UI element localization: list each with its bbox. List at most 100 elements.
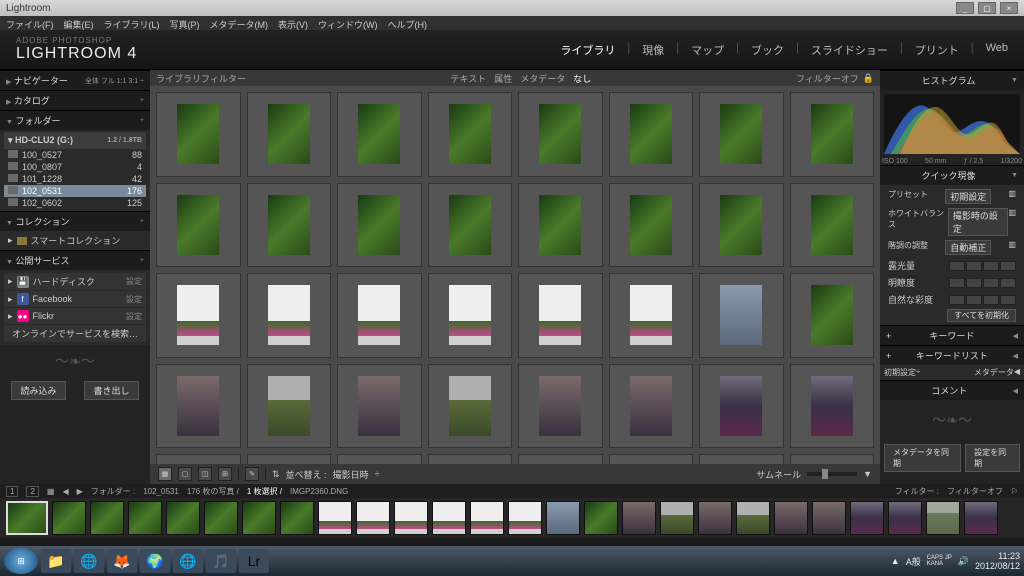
publish-service[interactable]: ▸ ●●Flickr設定 bbox=[4, 308, 146, 324]
module-スライドショー[interactable]: スライドショー bbox=[811, 42, 888, 58]
catalog-header[interactable]: ▶ カタログ + bbox=[0, 90, 150, 110]
auto-tone-button[interactable]: 自動補正 bbox=[945, 240, 991, 255]
grid-cell[interactable] bbox=[247, 183, 332, 268]
find-services-link[interactable]: オンラインでサービスを検索… bbox=[4, 325, 146, 342]
collection-item[interactable]: ▸ スマートコレクション bbox=[4, 233, 146, 248]
filmstrip-cell[interactable] bbox=[850, 501, 884, 535]
filmstrip-cell[interactable] bbox=[774, 501, 808, 535]
filmstrip-cell[interactable] bbox=[394, 501, 428, 535]
grid-cell[interactable] bbox=[337, 454, 422, 464]
toolbar-chevron-icon[interactable]: ▼ bbox=[863, 469, 872, 479]
menu-item[interactable]: 写真(P) bbox=[170, 18, 200, 28]
service-setup[interactable]: 設定 bbox=[126, 294, 142, 305]
filmstrip-cell[interactable] bbox=[166, 501, 200, 535]
menu-item[interactable]: 編集(E) bbox=[64, 18, 94, 28]
switch-icon[interactable]: ▥ bbox=[1008, 189, 1016, 204]
thumbnail-grid[interactable]: 7-11 bbox=[150, 86, 880, 464]
module-マップ[interactable]: マップ bbox=[691, 42, 724, 58]
histogram[interactable] bbox=[884, 94, 1020, 154]
grid-cell[interactable] bbox=[156, 92, 241, 177]
grid-cell[interactable]: 7-11 bbox=[790, 454, 875, 464]
tray-chevron-icon[interactable]: ▲ bbox=[891, 556, 900, 566]
module-現像[interactable]: 現像 bbox=[642, 42, 664, 58]
minimize-button[interactable]: _ bbox=[956, 2, 974, 14]
grid-cell[interactable] bbox=[337, 183, 422, 268]
sort-icon[interactable]: ⇅ bbox=[272, 469, 280, 480]
chevron-right-icon[interactable]: ▶ bbox=[77, 487, 83, 496]
collections-header[interactable]: ▼ コレクション + bbox=[0, 211, 150, 231]
filmstrip-cell[interactable] bbox=[964, 501, 998, 535]
start-button[interactable]: ⊞ bbox=[4, 548, 38, 574]
filter-off-label[interactable]: フィルターオフ bbox=[796, 72, 859, 85]
grid-cell[interactable] bbox=[337, 92, 422, 177]
grid-cell[interactable] bbox=[247, 273, 332, 358]
filter-tab[interactable]: メタデータ bbox=[520, 72, 565, 85]
service-setup[interactable]: 設定 bbox=[126, 311, 142, 322]
filmstrip-cell[interactable] bbox=[470, 501, 504, 535]
taskbar-app[interactable]: 🌐 bbox=[173, 549, 203, 573]
filter-tab[interactable]: テキスト bbox=[451, 72, 487, 85]
flag-icon[interactable]: ⚐ bbox=[1011, 487, 1018, 496]
grid-cell[interactable] bbox=[428, 364, 513, 449]
grid-cell[interactable] bbox=[428, 454, 513, 464]
grid-cell[interactable] bbox=[518, 92, 603, 177]
menu-item[interactable]: ウィンドウ(W) bbox=[318, 18, 378, 28]
grid-cell[interactable] bbox=[518, 273, 603, 358]
grid-cell[interactable] bbox=[428, 92, 513, 177]
sort-dropdown-icon[interactable]: ÷ bbox=[375, 469, 380, 479]
taskbar-app[interactable]: 📁 bbox=[41, 549, 71, 573]
plus-icon[interactable]: + bbox=[140, 117, 144, 124]
filmstrip-cell[interactable] bbox=[546, 501, 580, 535]
folder-row[interactable]: 100_08074 bbox=[4, 161, 146, 173]
switch-icon[interactable]: ▥ bbox=[1008, 240, 1016, 255]
filmstrip-cell[interactable] bbox=[622, 501, 656, 535]
folder-row[interactable]: 102_0531176 bbox=[4, 185, 146, 197]
filter-tab[interactable]: 属性 bbox=[494, 72, 512, 85]
plus-icon[interactable]: + bbox=[140, 257, 144, 264]
filmstrip-filter-off[interactable]: フィルターオフ bbox=[947, 486, 1003, 497]
comments-header[interactable]: コメント◀ bbox=[880, 380, 1024, 400]
menu-item[interactable]: ヘルプ(H) bbox=[388, 18, 428, 28]
quick-develop-header[interactable]: クイック現像▼ bbox=[880, 165, 1024, 185]
histogram-header[interactable]: ヒストグラム▼ bbox=[880, 70, 1024, 90]
module-ブック[interactable]: ブック bbox=[751, 42, 784, 58]
slider-buttons[interactable] bbox=[949, 295, 1016, 305]
grid-cell[interactable] bbox=[699, 183, 784, 268]
folder-row[interactable]: 100_052788 bbox=[4, 149, 146, 161]
publish-service[interactable]: ▸ 💾ハードディスク設定 bbox=[4, 273, 146, 290]
grid-cell[interactable] bbox=[518, 183, 603, 268]
grid-cell[interactable] bbox=[699, 92, 784, 177]
filmstrip-cell[interactable] bbox=[204, 501, 238, 535]
menu-item[interactable]: ファイル(F) bbox=[6, 18, 54, 28]
module-Web[interactable]: Web bbox=[986, 42, 1008, 58]
filmstrip-cell[interactable] bbox=[888, 501, 922, 535]
slider-buttons[interactable] bbox=[949, 261, 1016, 271]
grid-cell[interactable] bbox=[247, 92, 332, 177]
grid-cell[interactable] bbox=[609, 273, 694, 358]
filmstrip-cell[interactable] bbox=[698, 501, 732, 535]
menu-item[interactable]: 表示(V) bbox=[278, 18, 308, 28]
preset-select[interactable]: 初期設定 bbox=[945, 189, 991, 204]
menu-item[interactable]: メタデータ(M) bbox=[210, 18, 269, 28]
service-setup[interactable]: 設定 bbox=[126, 276, 142, 287]
grid-cell[interactable] bbox=[790, 364, 875, 449]
grid-cell[interactable] bbox=[156, 364, 241, 449]
taskbar-app[interactable]: 🎵 bbox=[206, 549, 236, 573]
taskbar-app[interactable]: 🌍 bbox=[140, 549, 170, 573]
filmstrip-cell[interactable] bbox=[584, 501, 618, 535]
grid-cell[interactable] bbox=[247, 364, 332, 449]
grid-cell[interactable] bbox=[337, 364, 422, 449]
navigator-header[interactable]: ▶ ナビゲーター 全体 フル 1:1 3:1 ÷ bbox=[0, 70, 150, 90]
navigator-presets[interactable]: 全体 フル 1:1 3:1 ÷ bbox=[85, 76, 144, 86]
ime-status[interactable]: CAPS JP KANA bbox=[927, 555, 952, 567]
volume-row[interactable]: ▾ HD-CLU2 (G:) 1.2 / 1.8TB bbox=[4, 132, 146, 149]
slider-buttons[interactable] bbox=[949, 278, 1016, 288]
folder-row[interactable]: 102_0602125 bbox=[4, 197, 146, 209]
keywords-header[interactable]: +キーワード◀ bbox=[880, 325, 1024, 345]
grid-cell[interactable] bbox=[156, 183, 241, 268]
plus-icon[interactable]: + bbox=[140, 97, 144, 104]
filmstrip-cell[interactable] bbox=[432, 501, 466, 535]
breadcrumb-folder[interactable]: 102_0531 bbox=[143, 487, 179, 496]
loupe-view-button[interactable]: ▢ bbox=[178, 467, 192, 481]
plus-icon[interactable]: + bbox=[140, 218, 144, 225]
